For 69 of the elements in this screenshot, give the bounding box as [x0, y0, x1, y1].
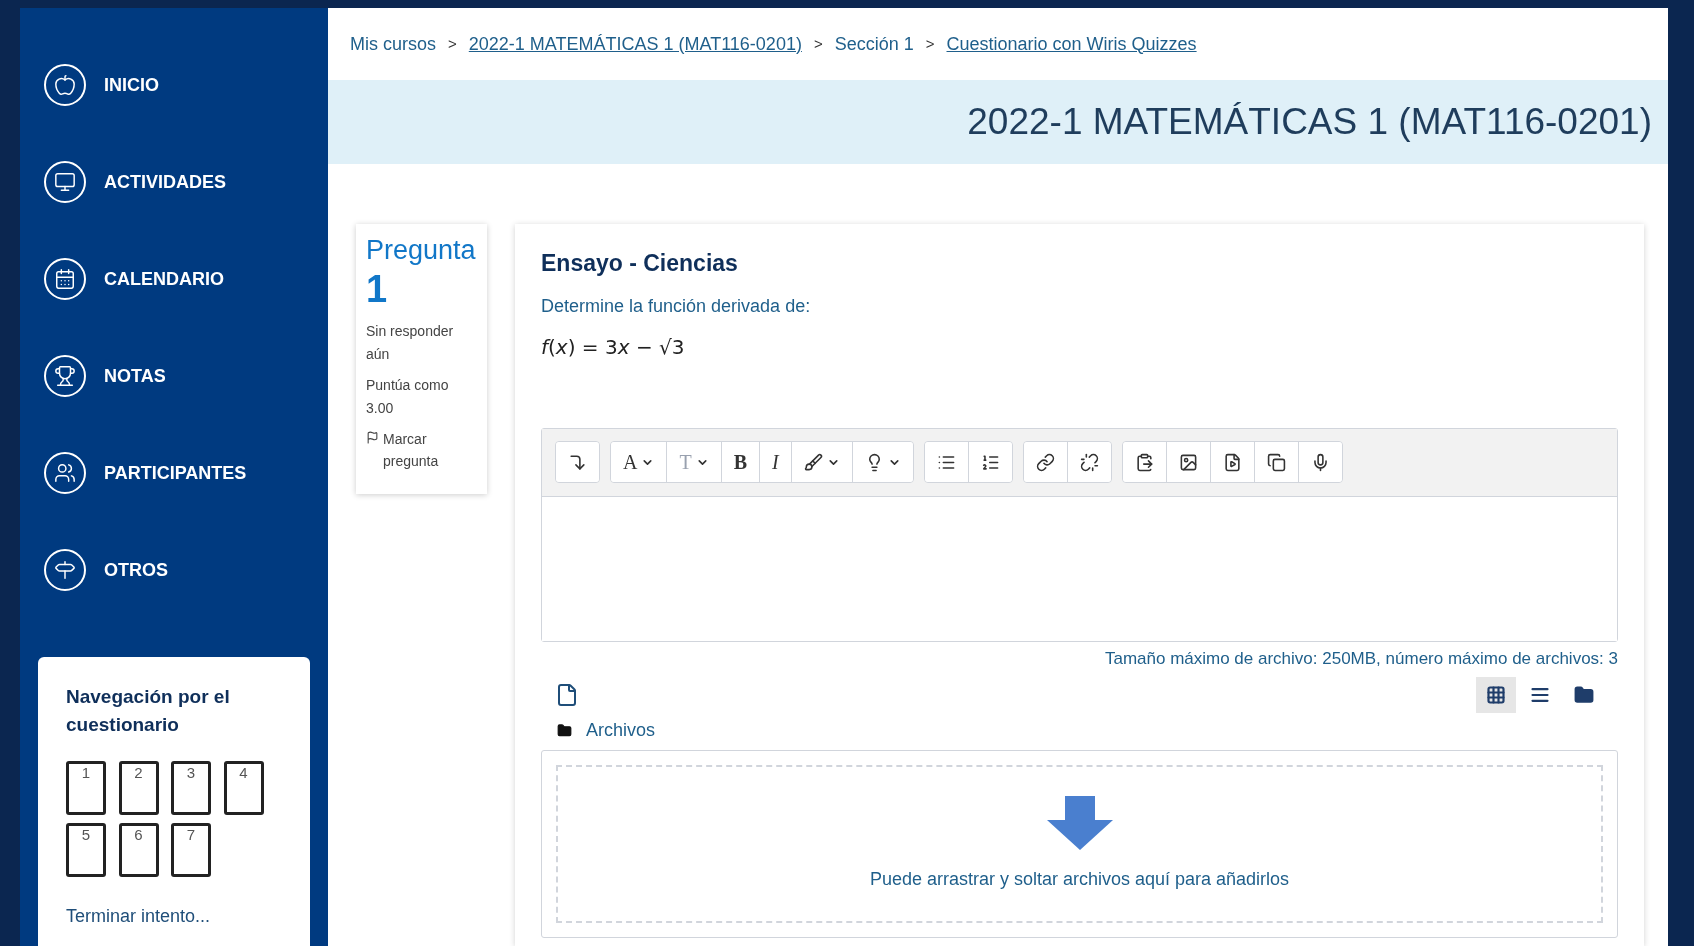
toolbar-button[interactable]: [1298, 442, 1342, 482]
toolbar-button[interactable]: A: [611, 442, 668, 482]
dropzone-hint: Puede arrastrar y soltar archivos aquí para añadirlos: [869, 867, 1290, 891]
question-nav-button[interactable]: 7: [171, 823, 211, 877]
file-limits-text: Tamaño máximo de archivo: 250MB, número máximo de archivos: 3: [1103, 647, 1618, 670]
folder-icon: [557, 723, 572, 738]
toolbar-button[interactable]: B: [721, 442, 760, 482]
toolbar-button[interactable]: [791, 442, 853, 482]
toolbar-button[interactable]: [1067, 442, 1111, 482]
breadcrumb-link[interactable]: 2022-1 MATEMÁTICAS 1 (MAT116-0201): [468, 30, 802, 58]
flag-question-link[interactable]: Marcar pregunta: [366, 428, 477, 472]
question-nav-button[interactable]: 2: [118, 761, 159, 815]
unlink-icon: [1079, 452, 1099, 472]
question-number: 1: [366, 267, 389, 312]
sidebar-item[interactable]: OTROS: [44, 549, 328, 591]
flag-icon: [366, 431, 379, 444]
question-label: Pregunta: [366, 234, 477, 266]
question-grade: Puntúa como 3.00: [366, 376, 450, 418]
toolbar-button[interactable]: I: [760, 442, 792, 482]
files-folder-link[interactable]: Archivos: [586, 717, 656, 744]
sidebar-item[interactable]: CALENDARIO: [44, 258, 328, 300]
toolbar-button[interactable]: [1254, 442, 1299, 482]
sidebar-item-icon: [44, 355, 86, 397]
add-file-icon[interactable]: [555, 683, 579, 707]
breadcrumb-separator: >: [448, 33, 457, 54]
sidebar-item-icon: [44, 161, 86, 203]
sidebar-item-icon: [44, 258, 86, 300]
breadcrumb-separator: >: [813, 33, 823, 54]
breadcrumb-link[interactable]: Mis cursos: [350, 30, 436, 58]
sidebar-item[interactable]: PARTICIPANTES: [44, 452, 328, 494]
collapse-icon: [568, 452, 587, 472]
toolbar-button[interactable]: [852, 442, 913, 482]
paste-icon: [1134, 452, 1154, 472]
finish-attempt-link[interactable]: Terminar intento...: [66, 903, 282, 930]
toolbar-button[interactable]: [968, 442, 1012, 482]
question-nav-button[interactable]: 1: [66, 761, 106, 815]
breadcrumb-link[interactable]: Cuestionario con Wiris Quizzes: [946, 30, 1197, 58]
down-arrow-icon: [1046, 795, 1113, 850]
toolbar-button[interactable]: [924, 442, 969, 482]
question-nav-button[interactable]: 3: [171, 761, 211, 815]
copy-icon: [1266, 452, 1286, 472]
question-title: Ensayo - Ciencias: [541, 249, 739, 278]
course-title: 2022-1 MATEMÁTICAS 1 (MAT116-0201): [967, 100, 1652, 145]
breadcrumb-link[interactable]: Sección 1: [834, 30, 914, 58]
question-prompt: Determine la función derivada de:: [541, 294, 812, 318]
sidebar-item[interactable]: INICIO: [44, 64, 328, 106]
sidebar-item[interactable]: ACTIVIDADES: [44, 161, 328, 203]
question-status: Sin responder aún: [366, 322, 455, 364]
breadcrumb-separator: >: [925, 33, 935, 54]
media-file-icon: [1222, 452, 1242, 472]
question-nav-button[interactable]: 4: [223, 761, 264, 815]
file-dropzone[interactable]: Puede arrastrar y soltar archivos aquí para añadirlos: [556, 765, 1603, 923]
toolbar-button[interactable]: [1166, 442, 1211, 482]
link-icon: [1035, 452, 1055, 472]
image-icon: [1178, 452, 1198, 472]
quiz-navigation-title: Navegación por el cuestionario: [66, 685, 231, 737]
question-nav-button[interactable]: 5: [66, 823, 106, 877]
question-nav-button[interactable]: 6: [118, 823, 159, 877]
sidebar-item[interactable]: NOTAS: [44, 355, 328, 397]
sidebar-item-icon: [44, 549, 86, 591]
toolbar-button[interactable]: [1122, 442, 1167, 482]
sidebar-item-icon: [44, 64, 86, 106]
grid-view-icon[interactable]: [1476, 677, 1516, 713]
math-formula: f(x) = 3x − √3: [541, 333, 685, 361]
toolbar-button[interactable]: [1210, 442, 1255, 482]
sidebar-item-icon: [44, 452, 86, 494]
numbered-list-icon: [980, 452, 1000, 472]
toolbar-button[interactable]: [1023, 442, 1068, 482]
brush-icon: [803, 452, 823, 472]
